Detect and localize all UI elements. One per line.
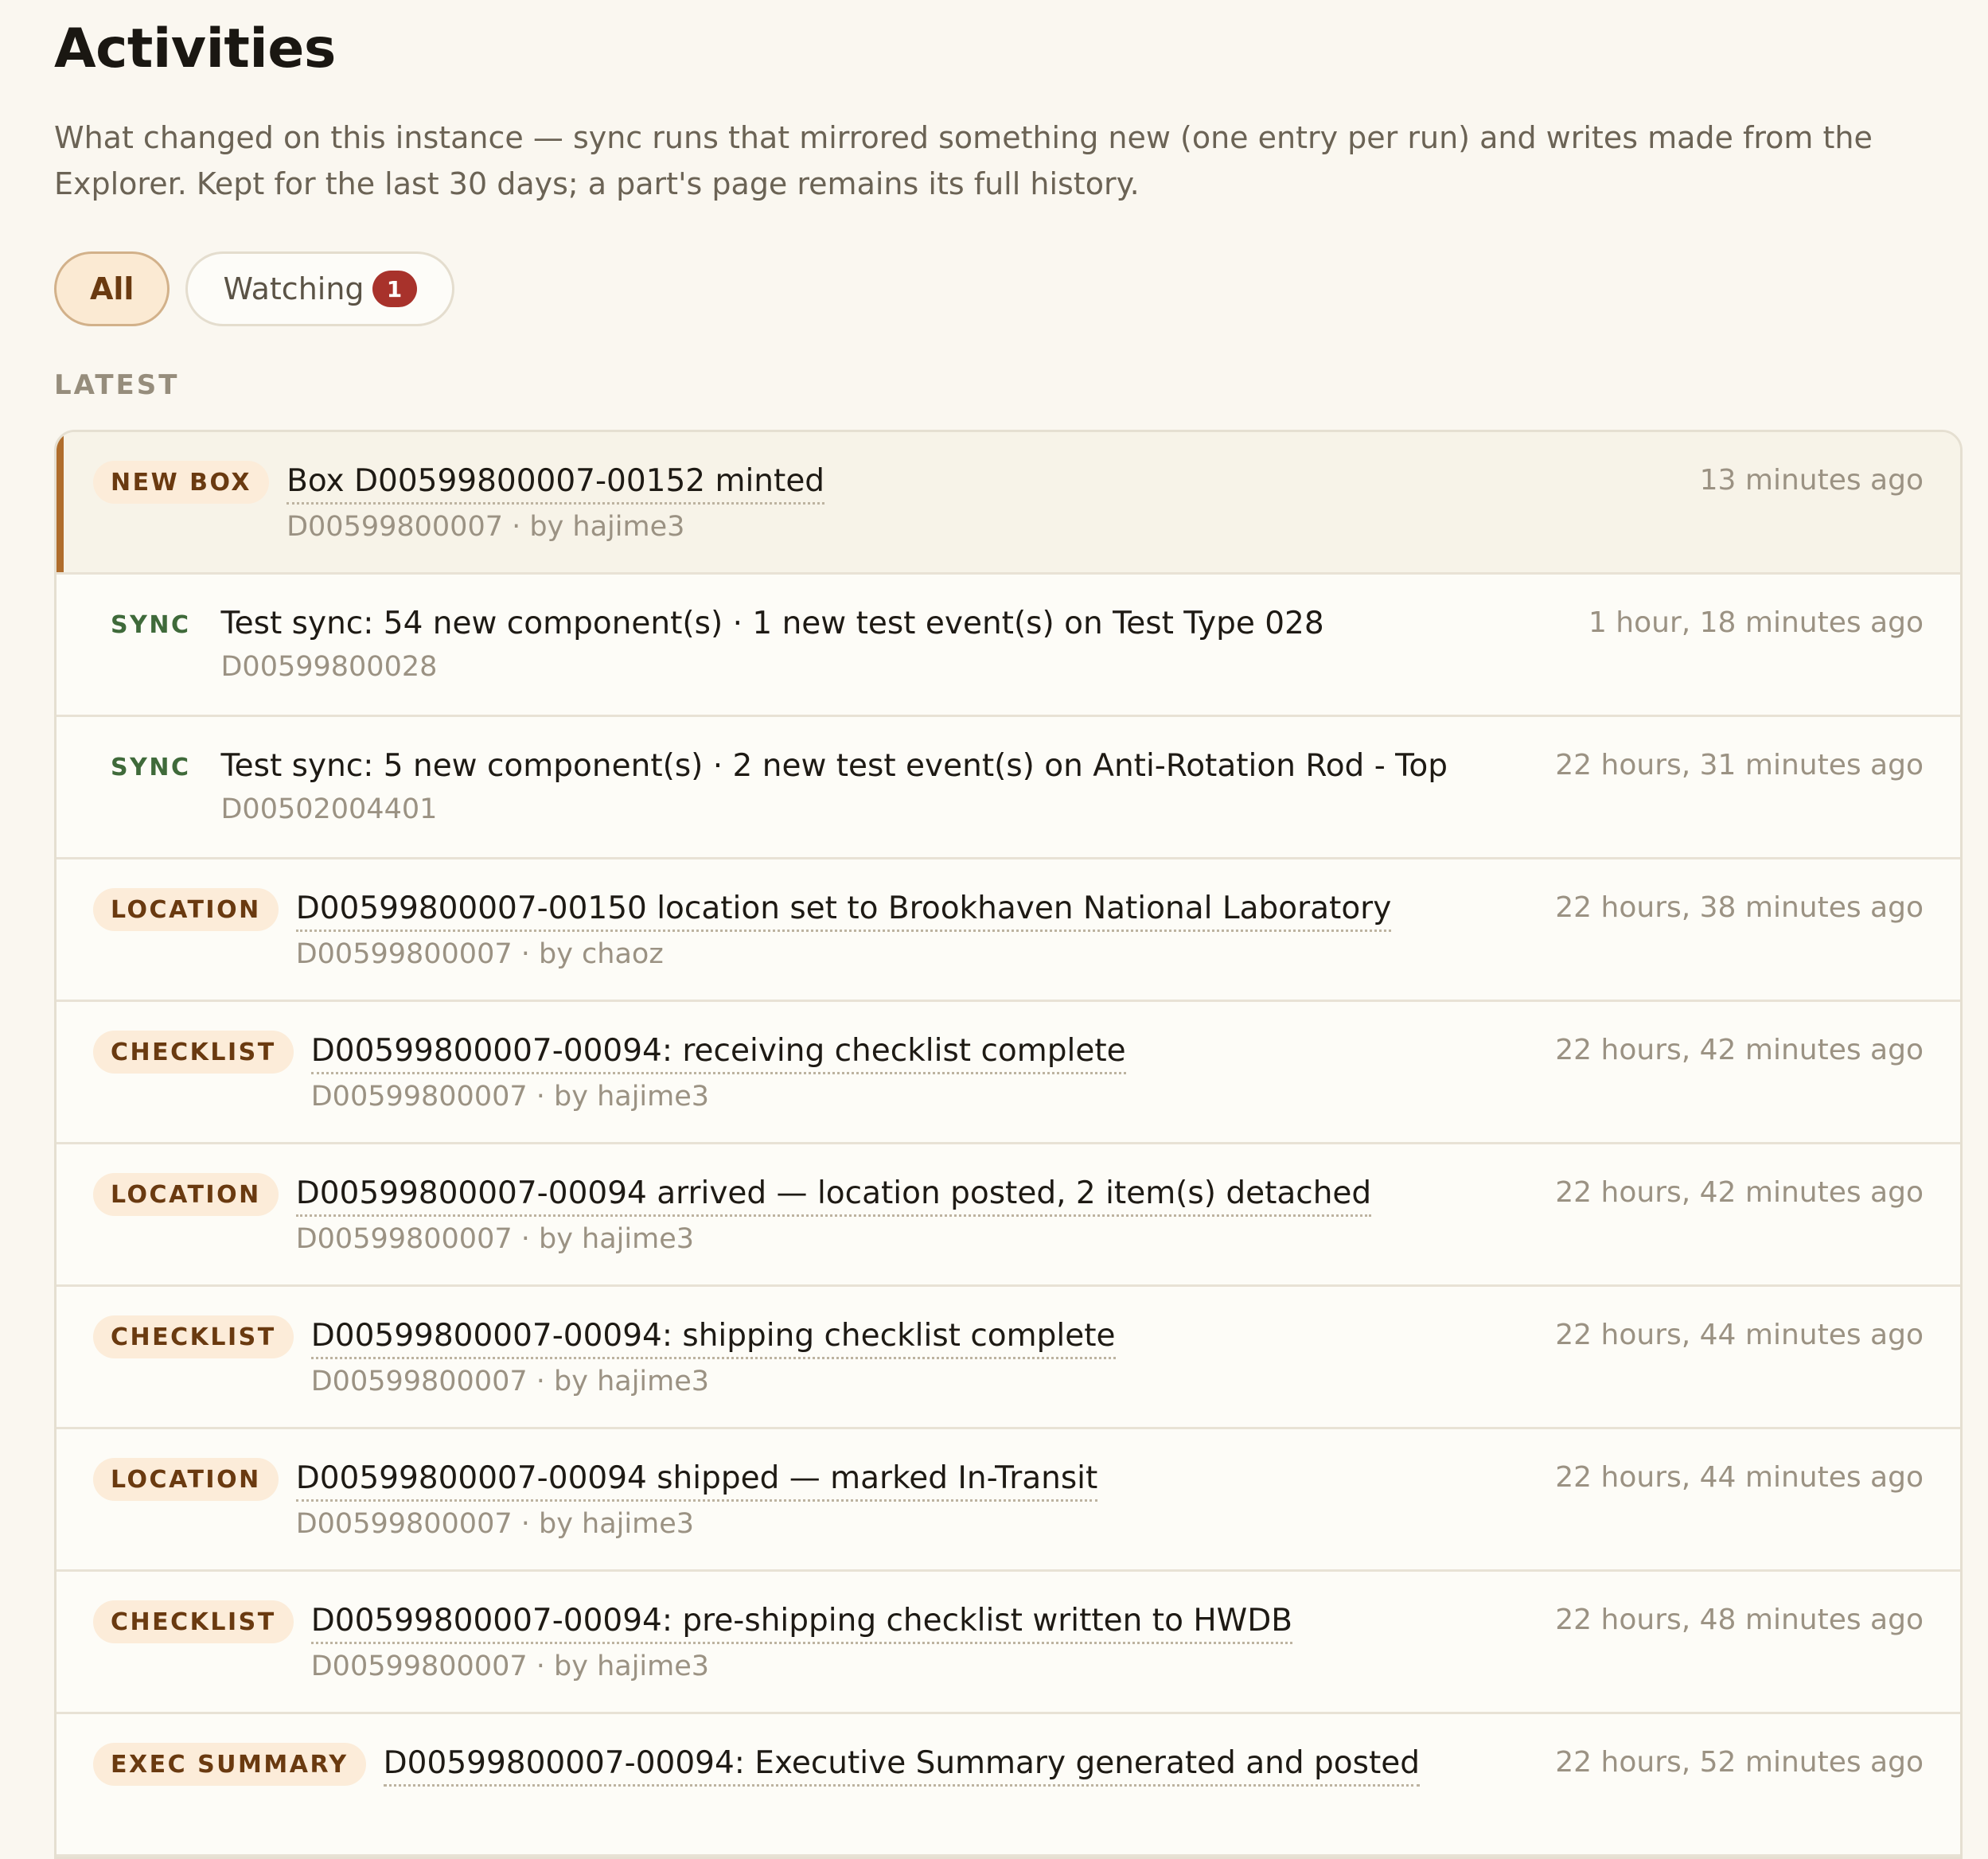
activity-headline-link[interactable]: D00599800007-00094: Executive Summary ge… [383, 1743, 1421, 1787]
activity-meta: D00599800007 · by chaoz [295, 938, 664, 970]
activity-timestamp: 22 hours, 42 minutes ago [1555, 1034, 1924, 1066]
page-description: What changed on this instance — sync run… [54, 120, 1873, 201]
watching-count-badge: 1 [372, 271, 417, 307]
activity-headline-link[interactable]: D00599800007-00094 shipped — marked In-T… [295, 1458, 1098, 1502]
activity-tag-sync: SYNC [111, 610, 191, 639]
activity-tag-location: LOCATION [93, 1173, 279, 1216]
activity-timestamp: 22 hours, 44 minutes ago [1555, 1319, 1924, 1351]
activity-headline-link[interactable]: D00599800007-00094: pre-shipping checkli… [310, 1600, 1293, 1644]
activity-timestamp: 22 hours, 48 minutes ago [1555, 1604, 1924, 1636]
activity-timestamp: 22 hours, 42 minutes ago [1555, 1176, 1924, 1209]
activity-headline-link[interactable]: Box D00599800007-00152 minted [287, 461, 825, 505]
activity-row[interactable]: LOCATION D00599800007-00094 shipped — ma… [57, 1429, 1960, 1572]
activity-headline: Test sync: 5 new component(s) · 2 new te… [220, 748, 1448, 784]
filter-bar: All Watching 1 [54, 251, 1988, 326]
activity-timestamp: 13 minutes ago [1699, 464, 1924, 497]
activity-row[interactable]: SYNC Test sync: 5 new component(s) · 2 n… [57, 717, 1960, 859]
filter-watching-label: Watching [223, 271, 364, 306]
activity-timestamp: 22 hours, 31 minutes ago [1555, 749, 1924, 781]
activity-list: NEW BOX Box D00599800007-00152 minted D0… [54, 430, 1963, 1859]
activity-meta: D00599800007 · by hajime3 [295, 1223, 695, 1255]
activity-row[interactable]: EXEC SUMMARY D00599800007-00094: Executi… [57, 1714, 1960, 1857]
activity-tag-checklist: CHECKLIST [93, 1315, 294, 1358]
activity-tag-exec-summary: EXEC SUMMARY [93, 1743, 366, 1786]
activity-meta: D00502004401 [220, 793, 438, 825]
activities-page: Activities What changed on this instance… [0, 0, 1988, 1859]
filter-all-label: All [90, 271, 134, 306]
activity-headline-link[interactable]: D00599800007-00094: receiving checklist … [310, 1031, 1126, 1074]
activity-timestamp: 22 hours, 38 minutes ago [1555, 891, 1924, 924]
activity-timestamp: 22 hours, 52 minutes ago [1555, 1746, 1924, 1779]
activity-row[interactable]: LOCATION D00599800007-00094 arrived — lo… [57, 1144, 1960, 1287]
activity-meta: D00599800007 · by hajime3 [310, 1650, 710, 1682]
activity-meta: D00599800028 [220, 651, 438, 683]
activity-row[interactable]: CHECKLIST D00599800007-00094: receiving … [57, 1002, 1960, 1144]
activity-timestamp: 1 hour, 18 minutes ago [1588, 606, 1924, 639]
activity-tag-new-box: NEW BOX [93, 461, 270, 504]
activity-meta: D00599800007 · by hajime3 [295, 1508, 695, 1540]
activity-row[interactable]: NEW BOX Box D00599800007-00152 minted D0… [57, 432, 1960, 575]
activity-meta: D00599800007 · by hajime3 [287, 511, 685, 543]
activity-tag-sync: SYNC [111, 753, 191, 781]
activity-tag-checklist: CHECKLIST [93, 1031, 294, 1074]
activity-tag-location: LOCATION [93, 1458, 279, 1501]
activity-meta: D00599800007 · by hajime3 [310, 1366, 710, 1397]
section-label-latest: LATEST [54, 369, 180, 401]
activity-row[interactable]: CHECKLIST D00599800007-00094: pre-shippi… [57, 1572, 1960, 1714]
activity-row[interactable]: LOCATION D00599800007-00150 location set… [57, 859, 1960, 1002]
activity-headline-link[interactable]: D00599800007-00150 location set to Brook… [295, 888, 1392, 932]
activity-timestamp: 22 hours, 44 minutes ago [1555, 1461, 1924, 1494]
page-title: Activities [54, 18, 336, 80]
activity-meta: D00599800007 · by hajime3 [310, 1081, 710, 1113]
activity-tag-location: LOCATION [93, 888, 279, 931]
activity-headline-link[interactable]: D00599800007-00094 arrived — location po… [295, 1173, 1372, 1217]
filter-watching-button[interactable]: Watching 1 [185, 251, 454, 326]
activity-headline-link[interactable]: D00599800007-00094: shipping checklist c… [310, 1315, 1116, 1359]
activity-row[interactable]: CHECKLIST D00599800007-00094: shipping c… [57, 1287, 1960, 1429]
activity-tag-checklist: CHECKLIST [93, 1600, 294, 1643]
filter-all-button[interactable]: All [54, 251, 170, 326]
activity-headline: Test sync: 54 new component(s) · 1 new t… [220, 606, 1324, 641]
activity-row[interactable]: SYNC Test sync: 54 new component(s) · 1 … [57, 575, 1960, 717]
